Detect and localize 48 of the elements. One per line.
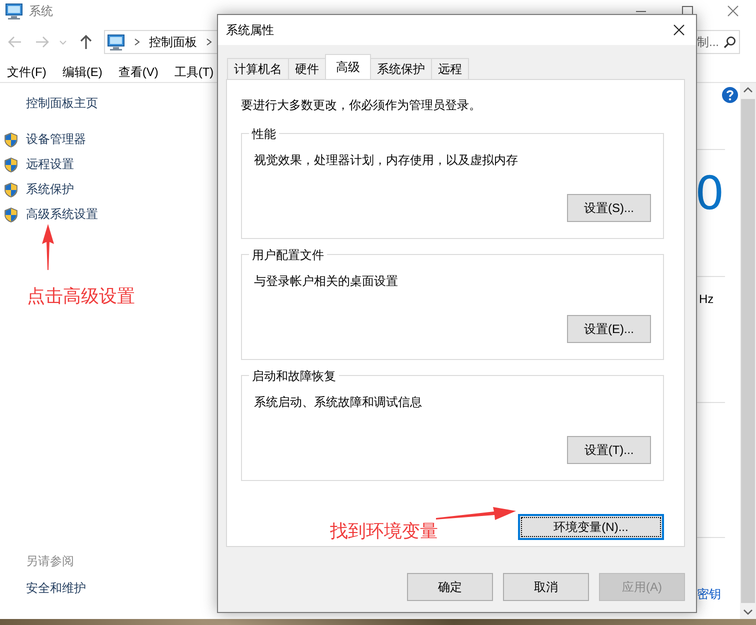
settings-button[interactable]: 设置(T)...: [567, 436, 651, 464]
section-heading: 另请参阅: [26, 553, 75, 570]
tab[interactable]: 高级: [325, 54, 371, 79]
settings-button[interactable]: 设置(S)...: [567, 194, 651, 222]
computer-icon: [5, 2, 23, 20]
scrollbar[interactable]: [740, 83, 756, 619]
settings-button[interactable]: 设置(E)...: [567, 315, 651, 343]
menu-item[interactable]: 查看(V): [118, 64, 158, 80]
group-title: 性能: [249, 126, 279, 143]
tab[interactable]: 计算机名: [227, 58, 289, 79]
group-title: 启动和故障恢复: [249, 368, 339, 385]
search-icon: [723, 36, 736, 48]
help-icon[interactable]: [722, 87, 738, 103]
window-title: 系统: [29, 2, 53, 20]
chevron-icon: [205, 37, 213, 47]
tab[interactable]: 远程: [431, 58, 469, 79]
intro-text: 要进行大多数更改，你必须作为管理员登录。: [241, 97, 482, 114]
product-key-link[interactable]: 密钥: [697, 586, 721, 603]
breadcrumb-item[interactable]: 控制面板: [149, 34, 197, 50]
group-description: 系统启动、系统故障和调试信息: [254, 394, 423, 411]
dialog-title: 系统属性: [226, 22, 274, 38]
shield-icon: [4, 182, 18, 198]
menu-item[interactable]: 文件(F): [7, 64, 46, 80]
shield-icon: [4, 206, 18, 222]
sidebar-link[interactable]: 远程设置: [26, 156, 74, 173]
group-description: 视觉效果，处理器计划，内存使用，以及虚拟内存: [254, 152, 519, 169]
arrow: [41, 224, 55, 270]
annotation-text: 点击高级设置: [27, 285, 135, 308]
dialog-button[interactable]: 取消: [503, 573, 589, 601]
menu-item[interactable]: 工具(T): [174, 64, 214, 80]
sidebar-link[interactable]: 控制面板主页: [26, 95, 210, 112]
chevron-icon: [133, 37, 141, 47]
group-title: 用户配置文件: [249, 247, 327, 264]
edition-number: 0: [695, 168, 724, 218]
computer-icon: [107, 34, 125, 50]
group-description: 与登录帐户相关的桌面设置: [254, 273, 399, 290]
close-icon[interactable]: [672, 23, 686, 37]
environment-variables-button[interactable]: 环境变量(N)...: [518, 514, 664, 540]
shield-icon: [4, 132, 18, 148]
menu-item[interactable]: 编辑(E): [62, 64, 102, 80]
sidebar-link[interactable]: 系统保护: [26, 181, 74, 198]
dialog-button[interactable]: 确定: [407, 573, 493, 601]
sidebar-link[interactable]: 设备管理器: [26, 131, 86, 148]
sidebar-link[interactable]: 安全和维护: [26, 580, 210, 597]
annotation-text: 找到环境变量: [330, 520, 438, 543]
spec-text: Hz: [699, 292, 714, 306]
shield-icon: [4, 156, 18, 172]
sidebar-link[interactable]: 高级系统设置: [26, 206, 98, 223]
